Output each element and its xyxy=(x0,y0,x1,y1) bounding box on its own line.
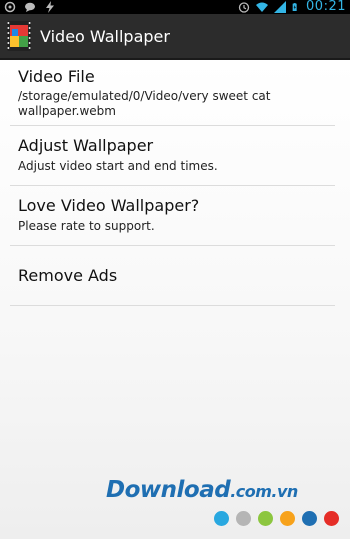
watermark-dot xyxy=(280,511,295,526)
alarm-icon xyxy=(238,2,250,13)
watermark-dot xyxy=(324,511,339,526)
pref-title: Adjust Wallpaper xyxy=(18,136,154,155)
pref-love-video-wallpaper[interactable]: Love Video Wallpaper? Please rate to sup… xyxy=(0,186,350,246)
flash-icon xyxy=(46,1,54,13)
status-bar: 00:21 xyxy=(0,0,350,14)
settings-content: Video File /storage/emulated/0/Video/ver… xyxy=(0,60,350,539)
app-title: Video Wallpaper xyxy=(40,26,170,46)
pref-summary: Please rate to support. xyxy=(18,219,155,233)
watermark-brand: Download.com.vn xyxy=(106,477,298,503)
wifi-icon xyxy=(256,2,269,12)
pref-title: Love Video Wallpaper? xyxy=(18,196,200,215)
watermark-dot xyxy=(214,511,229,526)
android-debug-icon xyxy=(4,1,16,13)
download-watermark: Download.com.vn xyxy=(106,477,346,507)
chat-bubble-icon xyxy=(25,2,35,12)
status-left-icons xyxy=(4,0,56,14)
pref-summary: /storage/emulated/0/Video/very sweet cat… xyxy=(18,89,271,118)
signal-icon xyxy=(274,1,287,13)
watermark-dot xyxy=(236,511,251,526)
pref-remove-ads[interactable]: Remove Ads xyxy=(0,246,350,306)
watermark-domain: .com.vn xyxy=(230,482,298,501)
watermark-dots xyxy=(214,511,339,526)
pref-title: Video File xyxy=(18,67,95,86)
pref-adjust-wallpaper[interactable]: Adjust Wallpaper Adjust video start and … xyxy=(0,126,350,186)
action-bar: Video Wallpaper xyxy=(0,14,350,60)
watermark-dot xyxy=(258,511,273,526)
watermark-dot xyxy=(302,511,317,526)
film-strip-icon[interactable] xyxy=(7,21,31,51)
battery-charging-icon xyxy=(292,3,297,11)
preference-list: Video File /storage/emulated/0/Video/ver… xyxy=(0,60,350,306)
pref-summary: Adjust video start and end times. xyxy=(18,159,218,173)
status-time: 00:21 xyxy=(306,0,346,14)
pref-video-file[interactable]: Video File /storage/emulated/0/Video/ver… xyxy=(0,60,350,126)
status-right-icons: 00:21 xyxy=(238,0,346,14)
pref-title: Remove Ads xyxy=(18,266,118,285)
